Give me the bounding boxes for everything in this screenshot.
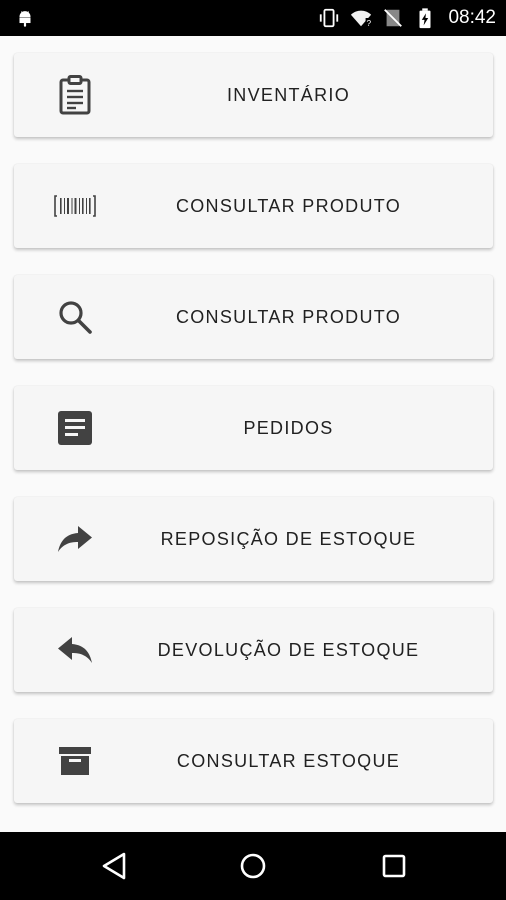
status-bar: ? 08:42: [0, 0, 506, 36]
menu-item-consultar-produto-search[interactable]: CONSULTAR PRODUTO: [14, 275, 493, 359]
wifi-icon: ?: [351, 10, 372, 28]
back-icon[interactable]: [98, 850, 130, 882]
recents-icon[interactable]: [378, 850, 410, 882]
menu-list: INVENTÁRIO CONSULTAR PRODUTO CONSULTAR P…: [0, 36, 506, 832]
menu-item-label: REPOSIÇÃO DE ESTOQUE: [160, 528, 417, 549]
menu-item-pedidos[interactable]: PEDIDOS: [14, 386, 493, 470]
status-time: 08:42: [448, 7, 496, 28]
menu-item-label: CONSULTAR PRODUTO: [175, 195, 402, 216]
battery-charging-icon: [419, 8, 431, 29]
no-sim-icon: [384, 9, 403, 27]
menu-item-label: CONSULTAR ESTOQUE: [176, 750, 401, 771]
menu-item-devolucao-estoque[interactable]: DEVOLUÇÃO DE ESTOQUE: [14, 608, 493, 692]
menu-item-label: DEVOLUÇÃO DE ESTOQUE: [157, 639, 420, 660]
menu-item-consultar-estoque[interactable]: CONSULTAR ESTOQUE: [14, 719, 493, 803]
menu-item-consultar-produto-barcode[interactable]: CONSULTAR PRODUTO: [14, 164, 493, 248]
android-icon: [19, 11, 31, 27]
home-icon[interactable]: [237, 850, 269, 882]
menu-item-label: PEDIDOS: [243, 417, 334, 438]
menu-item-inventario[interactable]: INVENTÁRIO: [14, 53, 493, 137]
menu-item-label: CONSULTAR PRODUTO: [175, 306, 402, 327]
navigation-bar: [0, 832, 506, 900]
menu-item-label: INVENTÁRIO: [226, 84, 350, 105]
svg-text:?: ?: [367, 19, 372, 28]
vibrate-icon: [320, 8, 339, 28]
menu-item-reposicao-estoque[interactable]: REPOSIÇÃO DE ESTOQUE: [14, 497, 493, 581]
